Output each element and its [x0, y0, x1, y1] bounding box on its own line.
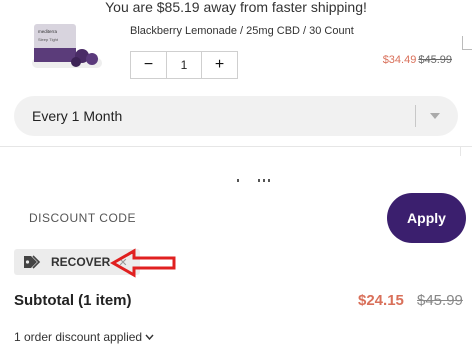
- discount-code-label[interactable]: DISCOUNT CODE: [29, 211, 136, 225]
- loading-indicator: [237, 179, 277, 185]
- product-variant: Blackberry Lemonade / 25mg CBD / 30 Coun…: [130, 25, 354, 37]
- discount-summary-toggle[interactable]: 1 order discount applied: [14, 330, 154, 344]
- quantity-decrease-button[interactable]: −: [131, 52, 167, 78]
- subtotal-original-price: $45.99: [417, 292, 463, 309]
- chevron-down-icon[interactable]: [428, 113, 442, 119]
- shipping-progress-banner: You are $85.19 away from faster shipping…: [105, 0, 367, 15]
- select-separator: [415, 105, 416, 127]
- discount-summary-text: 1 order discount applied: [14, 330, 143, 344]
- quantity-increase-button[interactable]: +: [201, 52, 237, 78]
- frequency-value: Every 1 Month: [32, 108, 123, 124]
- divider-tick: [460, 146, 461, 156]
- product-original-price: $45.99: [418, 54, 452, 66]
- quantity-stepper: − +: [130, 51, 238, 79]
- product-sale-price: $34.49: [382, 54, 417, 66]
- chevron-down-icon: [145, 334, 154, 340]
- subtotal-label: Subtotal (1 item): [14, 292, 132, 309]
- apply-discount-button[interactable]: Apply: [387, 193, 466, 243]
- arrow-left-icon: [110, 248, 176, 278]
- subscription-frequency-select[interactable]: Every 1 Month: [14, 96, 458, 136]
- product-brand-label: mediterra: [38, 29, 58, 34]
- section-divider: [0, 146, 472, 147]
- applied-discount-code: RECOVER: [51, 255, 111, 269]
- remove-item-edge[interactable]: [462, 36, 472, 50]
- product-name-label: Sleep Tight: [38, 37, 59, 42]
- product-image[interactable]: mediterra Sleep Tight: [32, 22, 102, 70]
- subtotal-sale-price: $24.15: [358, 292, 404, 309]
- tag-icon: [23, 255, 41, 269]
- quantity-input[interactable]: [167, 52, 201, 78]
- product-price: $34.49 $45.99: [383, 54, 452, 66]
